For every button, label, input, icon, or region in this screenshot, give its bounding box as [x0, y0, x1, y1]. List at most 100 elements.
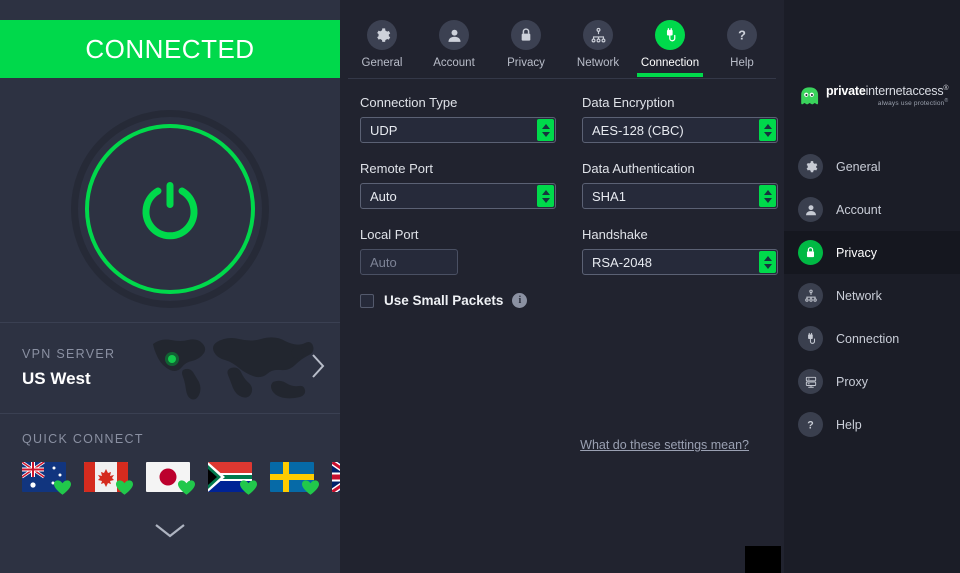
gear-icon	[367, 20, 397, 50]
connection-panel: CONNECTED VPN SERVER US West QUICK CONNE…	[0, 0, 381, 573]
network-icon	[583, 20, 613, 50]
brand-name-rest: internetaccess	[865, 84, 944, 99]
data-encryption-value: AES-128 (CBC)	[592, 122, 684, 138]
data-authentication-dropdown[interactable]: SHA1	[582, 183, 778, 209]
handshake-dropdown[interactable]: RSA-2048	[582, 249, 778, 275]
status-banner: CONNECTED	[0, 20, 340, 78]
settings-help-link[interactable]: What do these settings mean?	[580, 438, 749, 452]
sidebar-item-connection[interactable]: Connection	[784, 317, 960, 360]
tab-network[interactable]: Network	[563, 20, 633, 69]
quick-connect-flag-australia[interactable]	[22, 462, 71, 495]
settings-main: General Account Privacy Network Connecti…	[340, 0, 784, 573]
vpn-server-arrow[interactable]	[310, 352, 326, 385]
sidebar-item-privacy-label: Privacy	[836, 245, 877, 260]
chevron-down-icon	[763, 263, 772, 269]
chevron-down-icon	[763, 131, 772, 137]
chevron-up-icon	[541, 123, 550, 129]
tab-account-label: Account	[433, 57, 475, 69]
quick-connect-flags	[22, 462, 381, 495]
brand-name-bold: private	[826, 84, 866, 99]
field-data-encryption: Data Encryption AES-128 (CBC)	[582, 95, 782, 143]
sidebar-item-account[interactable]: Account	[784, 188, 960, 231]
heart-icon	[240, 480, 257, 495]
sidebar-item-connection-label: Connection	[836, 331, 900, 346]
heart-icon	[178, 480, 195, 495]
quick-connect-flag-south-africa[interactable]	[208, 462, 257, 495]
pia-robot-icon	[801, 87, 819, 104]
quick-connect-flag-sweden[interactable]	[270, 462, 319, 495]
tab-general[interactable]: General	[347, 20, 417, 69]
heart-icon	[54, 480, 71, 495]
world-map	[145, 328, 315, 408]
collapse-button[interactable]	[0, 505, 340, 555]
gear-icon	[798, 154, 823, 179]
power-toggle[interactable]	[85, 124, 255, 294]
settings-help-link-wrap: What do these settings mean?	[340, 436, 784, 454]
connection-type-value: UDP	[370, 122, 398, 138]
info-icon[interactable]: i	[512, 293, 528, 308]
connection-type-spinner[interactable]	[537, 119, 554, 141]
tab-connection-label: Connection	[640, 57, 700, 69]
use-small-packets-checkbox[interactable]	[360, 293, 374, 308]
settings-right-column: Data Encryption AES-128 (CBC) Data Authe…	[582, 95, 782, 293]
tab-account[interactable]: Account	[419, 20, 489, 69]
svg-text:?: ?	[807, 419, 813, 431]
sidebar-item-privacy[interactable]: Privacy	[784, 231, 960, 274]
use-small-packets-row[interactable]: Use Small Packets i	[360, 293, 560, 308]
pia-vpn-window: CONNECTED VPN SERVER US West QUICK CONNE…	[0, 0, 960, 573]
handshake-value: RSA-2048	[592, 254, 652, 270]
field-handshake: Handshake RSA-2048	[582, 227, 782, 275]
field-remote-port-label: Remote Port	[360, 161, 433, 176]
sidebar-item-help-label: Help	[836, 417, 862, 432]
map-marker	[168, 355, 176, 363]
brand-registered: ®	[943, 85, 949, 92]
sidebar-item-network[interactable]: Network	[784, 274, 960, 317]
brand-logo: privateinternetaccess® always use protec…	[798, 84, 949, 108]
chevron-down-icon	[541, 197, 550, 203]
field-local-port-label: Local Port	[360, 227, 419, 242]
network-icon	[798, 283, 823, 308]
data-authentication-value: SHA1	[592, 188, 626, 204]
sidebar-item-network-label: Network	[836, 288, 882, 303]
chevron-up-icon	[763, 255, 772, 261]
tab-help-label: Help	[730, 57, 754, 69]
svg-text:?: ?	[738, 28, 746, 43]
connection-type-dropdown[interactable]: UDP	[360, 117, 556, 143]
sidebar-item-account-label: Account	[836, 202, 882, 217]
quick-connect-flag-canada[interactable]	[84, 462, 133, 495]
plug-icon	[655, 20, 685, 50]
quick-connect-label: QUICK CONNECT	[22, 432, 144, 446]
brand-name: privateinternetaccess®	[826, 84, 949, 99]
field-remote-port: Remote Port Auto	[360, 161, 560, 209]
tab-network-label: Network	[576, 57, 620, 69]
tab-underline	[637, 73, 703, 77]
data-authentication-spinner[interactable]	[759, 185, 776, 207]
sidebar-item-help[interactable]: ? Help	[784, 403, 960, 446]
chevron-up-icon	[763, 189, 772, 195]
tab-privacy[interactable]: Privacy	[491, 20, 561, 69]
remote-port-spinner[interactable]	[537, 185, 554, 207]
sidebar-item-general[interactable]: General	[784, 145, 960, 188]
power-icon	[142, 182, 198, 240]
sidebar-item-proxy[interactable]: Proxy	[784, 360, 960, 403]
local-port-input[interactable]: Auto	[360, 249, 458, 275]
handshake-spinner[interactable]	[759, 251, 776, 273]
heart-icon	[302, 480, 319, 495]
use-small-packets-label: Use Small Packets	[384, 293, 504, 308]
data-encryption-spinner[interactable]	[759, 119, 776, 141]
remote-port-dropdown[interactable]: Auto	[360, 183, 556, 209]
tab-connection[interactable]: Connection	[635, 20, 705, 77]
field-connection-type-label: Connection Type	[360, 95, 458, 110]
data-encryption-dropdown[interactable]: AES-128 (CBC)	[582, 117, 778, 143]
field-connection-type: Connection Type UDP	[360, 95, 560, 143]
plug-icon	[798, 326, 823, 351]
lock-icon	[511, 20, 541, 50]
field-data-authentication: Data Authentication SHA1	[582, 161, 782, 209]
vpn-server-label: VPN SERVER	[22, 347, 116, 361]
quick-connect-flag-japan[interactable]	[146, 462, 195, 495]
heart-icon	[116, 480, 133, 495]
chevron-up-icon	[763, 123, 772, 129]
tab-help[interactable]: ? Help	[707, 20, 777, 69]
brand-tagline-registered: ®	[944, 98, 949, 105]
person-icon	[798, 197, 823, 222]
